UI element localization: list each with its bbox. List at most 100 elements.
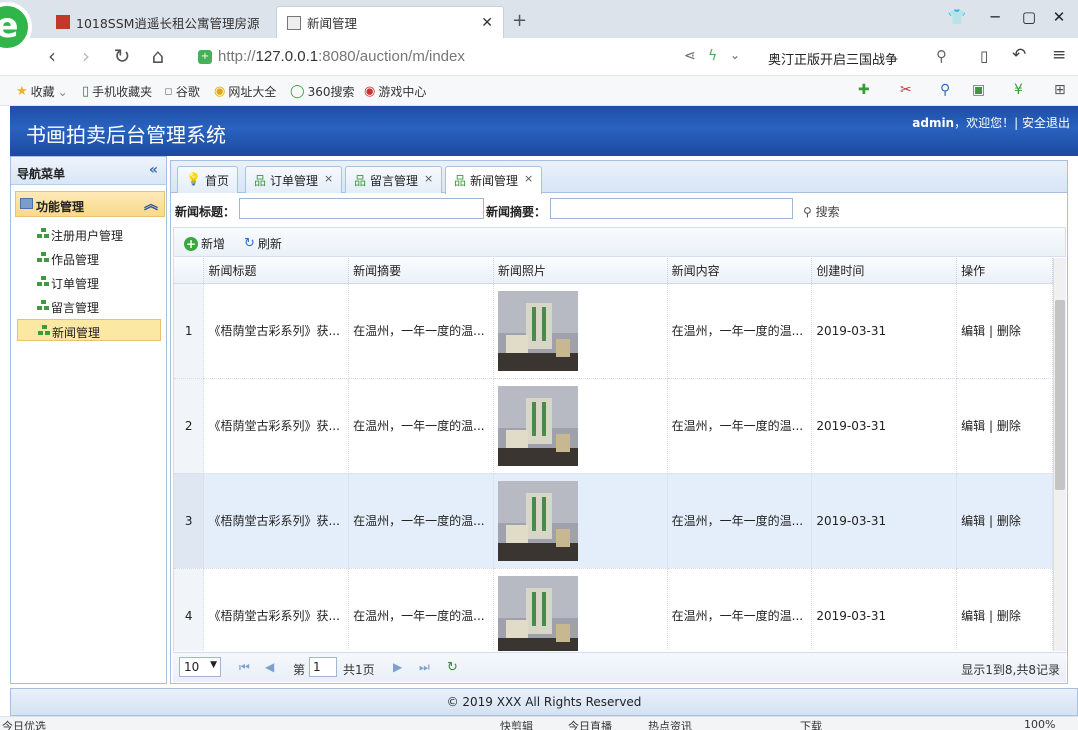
new-tab-button[interactable]: + — [512, 10, 527, 31]
status-daily-picks[interactable]: 今日优选 — [2, 718, 46, 730]
summary-filter-input[interactable] — [550, 198, 793, 219]
status-live[interactable]: 今日直播 — [568, 718, 612, 730]
filter-bar: 新闻标题： 新闻摘要： ⚲ 搜索 — [171, 195, 1067, 225]
browser-tab-strip: 1018SSM逍遥长租公寓管理房源 新闻管理 ✕ + 👕 ─ ▢ ✕ — [0, 0, 1078, 38]
sidebar-item-orders[interactable]: 订单管理 — [17, 271, 161, 293]
status-zoom[interactable]: 100% — [1024, 718, 1055, 730]
cell-date: 2019-03-31 — [811, 378, 958, 474]
table-row[interactable]: 4 《梧荫堂古彩系列》获... 在温州，一年一度的温... 在温州，一年一度的温… — [174, 568, 1053, 651]
tab-orders[interactable]: 品 订单管理 × — [245, 166, 343, 193]
chat-icon[interactable]: ▣ — [972, 82, 985, 98]
close-tab-icon[interactable]: × — [524, 172, 533, 194]
tab-messages[interactable]: 品 留言管理 × — [345, 166, 443, 193]
close-tab-icon[interactable]: ✕ — [481, 15, 493, 31]
first-page-icon[interactable]: ⏮ — [239, 660, 250, 675]
refresh-icon[interactable]: ↻ — [447, 660, 458, 675]
secure-site-icon[interactable]: + — [198, 50, 212, 64]
page-number-input[interactable]: 1 — [309, 657, 337, 677]
phone-icon: ▯ — [82, 84, 90, 99]
search-suggestion[interactable]: 奥汀正版开启三国战争 — [768, 49, 898, 68]
column-header[interactable]: 新闻摘要 — [348, 258, 494, 284]
refresh-button[interactable]: ↻ 刷新 — [244, 235, 282, 252]
undo-icon[interactable]: ↶ — [1012, 45, 1026, 65]
add-button[interactable]: + 新增 — [184, 235, 225, 252]
delete-link[interactable]: 删除 — [997, 419, 1021, 433]
column-header[interactable]: 创建时间 — [811, 258, 958, 284]
sidebar-item-works[interactable]: 作品管理 — [17, 247, 161, 269]
edit-link[interactable]: 编辑 — [961, 609, 985, 623]
translate-icon[interactable]: ✚ — [858, 82, 870, 98]
chevron-down-icon[interactable]: ⌄ — [730, 48, 740, 62]
delete-link[interactable]: 删除 — [997, 324, 1021, 338]
tab-home[interactable]: 💡 首页 — [177, 166, 238, 193]
column-header[interactable]: 新闻标题 — [203, 258, 350, 284]
close-tab-icon[interactable]: × — [424, 172, 433, 193]
bookmark-360search[interactable]: ◯ 360搜索 — [290, 83, 354, 100]
skin-icon[interactable]: 👕 — [946, 8, 968, 26]
page-footer: © 2019 XXX All Rights Reserved — [10, 688, 1078, 716]
delete-link[interactable]: 删除 — [997, 514, 1021, 528]
sidebar-item-users[interactable]: 注册用户管理 — [17, 223, 161, 245]
column-header[interactable]: 新闻照片 — [493, 258, 668, 284]
title-filter-input[interactable] — [239, 198, 484, 219]
browser-tab-active[interactable]: 新闻管理 ✕ — [276, 6, 504, 38]
logout-link[interactable]: 安全退出 — [1022, 116, 1070, 130]
page-size-select[interactable]: 10 ▼ — [179, 657, 221, 677]
close-tab-icon[interactable]: × — [324, 172, 333, 193]
status-news[interactable]: 热点资讯 — [648, 718, 692, 730]
minimize-icon[interactable]: ─ — [984, 8, 1006, 26]
grid-scrollbar[interactable] — [1053, 258, 1066, 651]
tab-news[interactable]: 品 新闻管理 × — [445, 166, 543, 194]
bookmark-google[interactable]: ▫ 谷歌 — [164, 83, 200, 100]
bookmark-sites[interactable]: ◉ 网址大全 — [214, 83, 276, 100]
browser-tab-inactive[interactable]: 1018SSM逍遥长租公寓管理房源 — [46, 6, 274, 38]
news-photo — [497, 290, 578, 371]
sidebar-item-news[interactable]: 新闻管理 — [17, 319, 161, 341]
last-page-icon[interactable]: ⏭ — [419, 660, 430, 675]
bookmark-games[interactable]: ◉ 游戏中心 — [364, 83, 426, 100]
home-icon[interactable]: ⌂ — [146, 44, 170, 68]
table-row[interactable]: 1 《梧荫堂古彩系列》获... 在温州，一年一度的温... 在温州，一年一度的温… — [174, 283, 1053, 379]
back-icon[interactable]: ‹ — [40, 44, 64, 68]
address-bar[interactable]: http://127.0.0.1:8080/auction/m/index — [218, 48, 465, 65]
share-icon[interactable]: ⋖ — [684, 48, 696, 64]
scissors-icon[interactable]: ✂ — [900, 82, 912, 98]
reload-icon[interactable]: ↻ — [110, 44, 134, 68]
search-button[interactable]: ⚲ 搜索 — [803, 203, 840, 220]
apps-icon[interactable]: ⊞ — [1054, 82, 1066, 98]
cell-photo — [493, 283, 668, 379]
edit-link[interactable]: 编辑 — [961, 324, 985, 338]
collapse-up-icon[interactable]: ︽ — [144, 194, 158, 214]
next-page-icon[interactable]: ▶ — [393, 660, 402, 674]
status-quick-edit[interactable]: 快剪辑 — [500, 718, 533, 730]
search-icon[interactable]: ⚲ — [936, 47, 947, 65]
forward-icon[interactable]: › — [74, 44, 98, 68]
menu-icon[interactable]: ≡ — [1052, 45, 1066, 65]
sidebar-item-messages[interactable]: 留言管理 — [17, 295, 161, 317]
row-number: 4 — [174, 568, 205, 651]
maximize-icon[interactable]: ▢ — [1018, 8, 1040, 26]
zoom-icon[interactable]: ⚲ — [940, 82, 950, 98]
bookmark-favorites[interactable]: ★ 收藏 ⌄ — [16, 83, 68, 100]
cell-summary: 在温州，一年一度的温... — [348, 568, 494, 651]
edit-link[interactable]: 编辑 — [961, 514, 985, 528]
lightning-icon[interactable]: ϟ — [708, 48, 717, 64]
add-button-label: 新增 — [201, 237, 226, 251]
status-download[interactable]: 下载 — [800, 718, 822, 730]
table-row[interactable]: 2 《梧荫堂古彩系列》获... 在温州，一年一度的温... 在温州，一年一度的温… — [174, 378, 1053, 474]
close-window-icon[interactable]: ✕ — [1048, 8, 1070, 26]
bookmark-label: 谷歌 — [175, 85, 200, 99]
mobile-icon[interactable]: ▯ — [980, 47, 988, 65]
column-header[interactable]: 操作 — [956, 258, 1053, 284]
column-header[interactable]: 新闻内容 — [667, 258, 813, 284]
sidebar-group-header[interactable]: 功能管理 ︽ — [15, 191, 165, 217]
panel-tabs-bar: 💡 首页 品 订单管理 × 品 留言管理 × 品 新闻管理 × — [171, 161, 1067, 194]
prev-page-icon[interactable]: ◀ — [265, 660, 274, 674]
bookmark-mobile[interactable]: ▯ 手机收藏夹 — [82, 83, 152, 100]
edit-link[interactable]: 编辑 — [961, 419, 985, 433]
scrollbar-thumb[interactable] — [1055, 300, 1065, 490]
table-row[interactable]: 3 《梧荫堂古彩系列》获... 在温州，一年一度的温... 在温州，一年一度的温… — [174, 473, 1053, 569]
delete-link[interactable]: 删除 — [997, 609, 1021, 623]
collapse-left-icon[interactable]: « — [149, 162, 158, 178]
money-icon[interactable]: ¥ — [1014, 82, 1023, 98]
